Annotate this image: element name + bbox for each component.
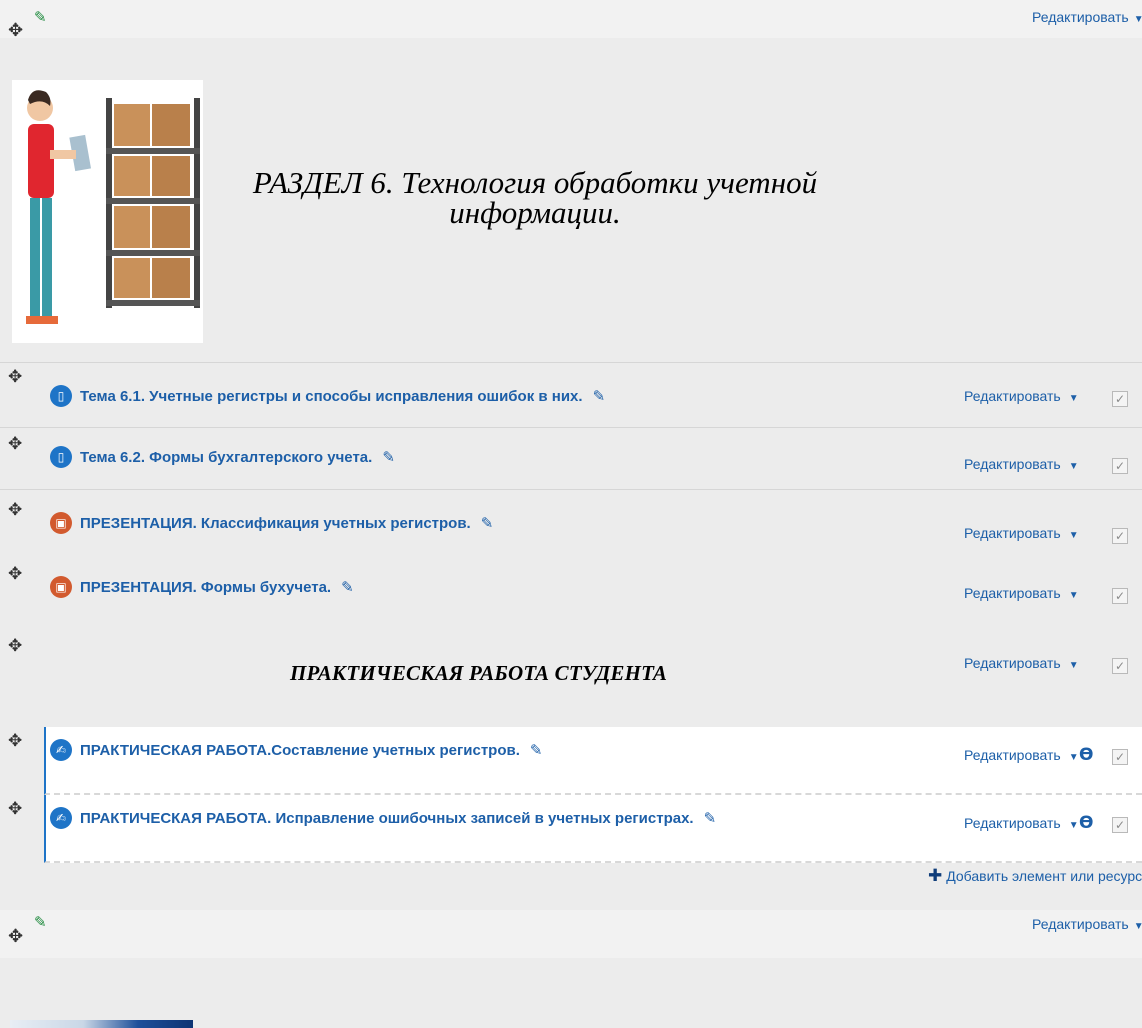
edit-label: Редактировать [964,388,1061,404]
activity-title[interactable]: ПРАКТИЧЕСКАЯ РАБОТА. Исправление ошибочн… [80,810,694,827]
edit-section-name-icon[interactable]: ✎ [34,913,47,931]
edit-title-icon[interactable]: ✎ [593,387,606,405]
edit-label: Редактировать [964,655,1061,671]
role-assign-icon[interactable]: ϴ [1079,745,1093,765]
section-banner-image [10,1020,193,1028]
move-activity-icon[interactable]: ✥ [8,731,22,751]
completion-checkbox[interactable]: ✓ [1112,458,1128,474]
assignment-icon: ✍ [50,807,72,829]
role-assign-icon[interactable]: ϴ [1079,813,1093,833]
section-header-bar [0,910,1142,958]
move-activity-icon[interactable]: ✥ [8,564,22,584]
move-activity-icon[interactable]: ✥ [8,500,22,520]
section-edit-label: Редактировать [1032,916,1129,932]
activity-link[interactable]: ✍ ПРАКТИЧЕСКАЯ РАБОТА.Составление учетны… [50,739,542,761]
section-edit-label: Редактировать [1032,9,1129,25]
chevron-down-icon: ▼ [1068,820,1079,831]
activity-edit-menu[interactable]: Редактировать ▼ [964,525,1079,541]
move-section-icon[interactable]: ✥ [8,22,23,40]
file-icon: ▯ [50,446,72,468]
plus-icon: ✚ [928,866,943,886]
move-activity-icon[interactable]: ✥ [8,799,22,819]
completion-checkbox[interactable]: ✓ [1112,749,1128,765]
add-activity-label: Добавить элемент или ресурс [946,868,1142,884]
assignment-row: ✥ ✍ ПРАКТИЧЕСКАЯ РАБОТА.Составление учет… [0,727,1142,795]
activity-row: ✥ ▣ ПРЕЗЕНТАЦИЯ. Классификация учетных р… [0,496,1142,562]
activity-title[interactable]: Тема 6.1. Учетные регистры и способы исп… [80,388,583,405]
chevron-down-icon: ▼ [1068,393,1079,404]
move-activity-icon[interactable]: ✥ [8,636,22,656]
chevron-down-icon: ▼ [1068,660,1079,671]
activity-link[interactable]: ✍ ПРАКТИЧЕСКАЯ РАБОТА. Исправление ошибо… [50,807,716,829]
assignment-icon: ✍ [50,739,72,761]
activity-title[interactable]: ПРАКТИЧЕСКАЯ РАБОТА.Составление учетных … [80,742,520,759]
activity-link[interactable]: ▣ ПРЕЗЕНТАЦИЯ. Формы бухучета. ✎ [50,576,354,598]
activity-row: ✥ ▣ ПРЕЗЕНТАЦИЯ. Формы бухучета. ✎ Редак… [0,560,1142,626]
activity-title[interactable]: ПРЕЗЕНТАЦИЯ. Формы бухучета. [80,579,331,596]
edit-label: Редактировать [964,585,1061,601]
edit-label: Редактировать [964,815,1061,831]
completion-checkbox[interactable]: ✓ [1112,528,1128,544]
completion-checkbox[interactable]: ✓ [1112,817,1128,833]
add-activity-button[interactable]: ✚ Добавить элемент или ресурс [928,866,1142,886]
edit-section-name-icon[interactable]: ✎ [34,8,47,26]
section-title: РАЗДЕЛ 6. Технология обработки учетной и… [200,165,870,230]
section-title-line-1: РАЗДЕЛ 6. Технология обработки учетной [252,165,818,200]
completion-checkbox[interactable]: ✓ [1112,658,1128,674]
activity-title[interactable]: Тема 6.2. Формы бухгалтерского учета. [80,449,372,466]
move-activity-icon[interactable]: ✥ [8,434,22,454]
edit-label: Редактировать [964,747,1061,763]
chevron-down-icon: ▼ [1068,530,1079,541]
chevron-down-icon: ▼ [1068,752,1079,763]
section-banner-image [12,80,203,343]
activity-row: ✥ ▯ Тема 6.2. Формы бухгалтерского учета… [0,430,1142,490]
activity-edit-menu[interactable]: Редактировать ▼ [964,815,1079,831]
presentation-icon: ▣ [50,576,72,598]
completion-checkbox[interactable]: ✓ [1112,391,1128,407]
activity-link[interactable]: ▣ ПРЕЗЕНТАЦИЯ. Классификация учетных рег… [50,512,493,534]
chevron-down-icon: ▼ [1068,461,1079,472]
chevron-down-icon: ▼ [1133,14,1142,25]
activity-edit-menu[interactable]: Редактировать ▼ [964,456,1079,472]
practice-label-text: ПРАКТИЧЕСКАЯ РАБОТА СТУДЕНТА [290,661,668,685]
chevron-down-icon: ▼ [1133,921,1142,932]
file-icon: ▯ [50,385,72,407]
chevron-down-icon: ▼ [1068,590,1079,601]
activity-row: ✥ ▯ Тема 6.1. Учетные регистры и способы… [0,362,1142,428]
label-edit-menu[interactable]: Редактировать ▼ [964,655,1079,671]
activity-edit-menu[interactable]: Редактировать ▼ [964,585,1079,601]
section-title-line-2: информации. [449,195,621,230]
edit-title-icon[interactable]: ✎ [530,741,543,759]
section-edit-menu[interactable]: Редактировать ▼ [1032,9,1142,25]
presentation-icon: ▣ [50,512,72,534]
move-section-icon[interactable]: ✥ [8,928,23,946]
assignment-row: ✥ ✍ ПРАКТИЧЕСКАЯ РАБОТА. Исправление оши… [0,795,1142,863]
activity-edit-menu[interactable]: Редактировать ▼ [964,388,1079,404]
edit-label: Редактировать [964,456,1061,472]
completion-checkbox[interactable]: ✓ [1112,588,1128,604]
section-edit-menu[interactable]: Редактировать ▼ [1032,916,1142,932]
section-header-bar [0,0,1142,38]
activity-title[interactable]: ПРЕЗЕНТАЦИЯ. Классификация учетных регис… [80,515,471,532]
edit-title-icon[interactable]: ✎ [382,448,395,466]
activity-link[interactable]: ▯ Тема 6.2. Формы бухгалтерского учета. … [50,446,395,468]
activity-edit-menu[interactable]: Редактировать ▼ [964,747,1079,763]
move-activity-icon[interactable]: ✥ [8,367,22,387]
edit-title-icon[interactable]: ✎ [341,578,354,596]
activity-link[interactable]: ▯ Тема 6.1. Учетные регистры и способы и… [50,385,605,407]
edit-label: Редактировать [964,525,1061,541]
edit-title-icon[interactable]: ✎ [704,809,717,827]
edit-title-icon[interactable]: ✎ [481,514,494,532]
